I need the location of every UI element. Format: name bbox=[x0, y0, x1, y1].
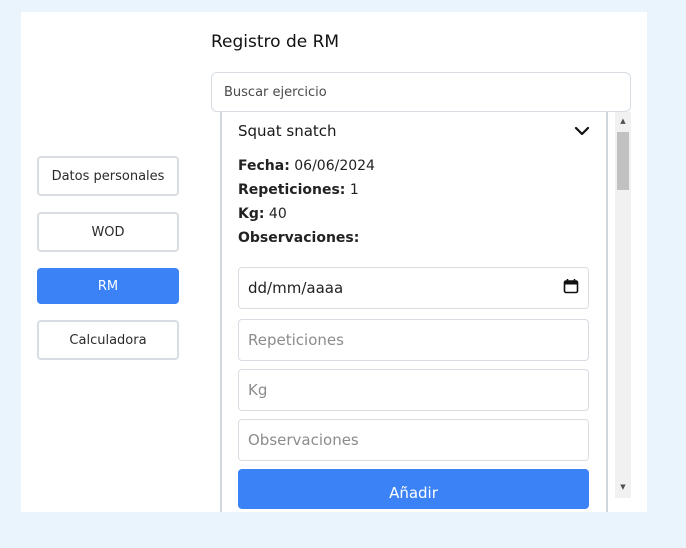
scrollbar-thumb[interactable] bbox=[617, 132, 629, 190]
observaciones-placeholder: Observaciones bbox=[248, 431, 359, 449]
detail-kg: Kg: 40 bbox=[238, 206, 287, 222]
add-button-label: Añadir bbox=[389, 484, 438, 502]
search-input[interactable] bbox=[211, 72, 631, 112]
reps-value: 1 bbox=[349, 182, 359, 198]
obs-label: Observaciones: bbox=[238, 230, 360, 246]
sidebar-item-calculadora[interactable]: Calculadora bbox=[37, 320, 179, 360]
detail-repeticiones: Repeticiones: 1 bbox=[238, 182, 359, 198]
add-button[interactable]: Añadir bbox=[238, 469, 589, 509]
scrollbar[interactable]: ▲ ▼ bbox=[615, 112, 631, 498]
exercise-header[interactable]: Squat snatch bbox=[238, 118, 590, 144]
kg-input[interactable]: Kg bbox=[238, 369, 589, 411]
sidebar-item-rm[interactable]: RM bbox=[37, 268, 179, 304]
exercise-list: Squat snatch Fecha: 06/06/2024 Repeticio… bbox=[220, 112, 632, 512]
exercise-card: Squat snatch Fecha: 06/06/2024 Repeticio… bbox=[222, 112, 608, 512]
repeticiones-placeholder: Repeticiones bbox=[248, 331, 344, 349]
kg-label: Kg: bbox=[238, 206, 265, 222]
calendar-icon[interactable] bbox=[563, 278, 579, 298]
scroll-up-icon[interactable]: ▲ bbox=[615, 114, 631, 128]
date-input[interactable]: dd/mm/aaaa bbox=[238, 267, 589, 309]
detail-fecha: Fecha: 06/06/2024 bbox=[238, 158, 375, 174]
sidebar-item-wod[interactable]: WOD bbox=[37, 212, 179, 252]
sidebar-item-label: Calculadora bbox=[69, 332, 147, 348]
chevron-down-icon[interactable] bbox=[574, 122, 590, 140]
fecha-label: Fecha: bbox=[238, 158, 290, 174]
reps-label: Repeticiones: bbox=[238, 182, 346, 198]
page-title: Registro de RM bbox=[211, 32, 340, 52]
main-panel: Datos personales WOD RM Calculadora Regi… bbox=[21, 12, 647, 512]
observaciones-input[interactable]: Observaciones bbox=[238, 419, 589, 461]
exercise-name: Squat snatch bbox=[238, 122, 337, 140]
kg-placeholder: Kg bbox=[248, 381, 268, 399]
fecha-value: 06/06/2024 bbox=[294, 158, 375, 174]
repeticiones-input[interactable]: Repeticiones bbox=[238, 319, 589, 361]
scroll-down-icon[interactable]: ▼ bbox=[615, 480, 631, 494]
date-value: dd/mm/aaaa bbox=[248, 279, 344, 297]
kg-value: 40 bbox=[268, 206, 287, 222]
sidebar-item-datos-personales[interactable]: Datos personales bbox=[37, 156, 179, 196]
sidebar-item-label: Datos personales bbox=[51, 168, 165, 184]
detail-observaciones: Observaciones: bbox=[238, 230, 359, 246]
sidebar-item-label: WOD bbox=[91, 224, 125, 240]
sidebar-item-label: RM bbox=[97, 278, 119, 294]
